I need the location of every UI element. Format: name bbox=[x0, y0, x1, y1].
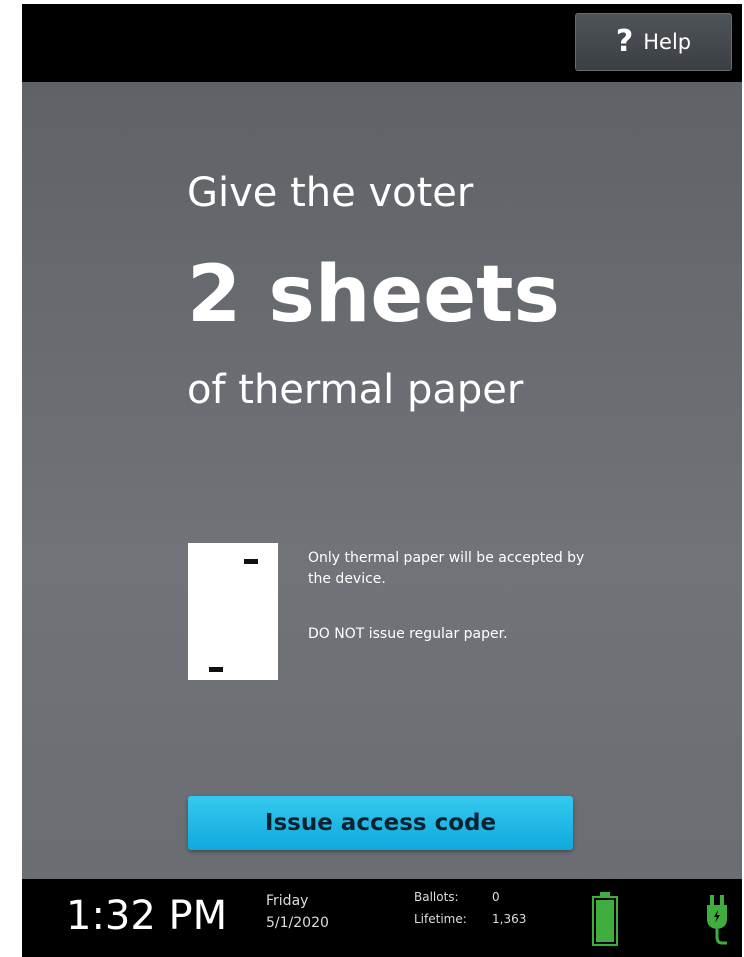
issue-access-code-button[interactable]: Issue access code bbox=[188, 796, 573, 850]
help-button[interactable]: ? Help bbox=[575, 13, 732, 71]
power-plug-icon bbox=[707, 895, 727, 945]
ballots-count: 0 bbox=[492, 890, 500, 904]
device-screen: ? Help Give the voter 2 sheets of therma… bbox=[22, 4, 742, 957]
thermal-paper-icon bbox=[188, 543, 278, 680]
status-bar: 1:32 PM Friday 5/1/2020 Ballots: 0 Lifet… bbox=[22, 879, 742, 957]
question-mark-icon: ? bbox=[615, 24, 634, 59]
lifetime-count: 1,363 bbox=[492, 912, 527, 926]
main-panel: Give the voter 2 sheets of thermal paper… bbox=[22, 82, 742, 879]
clock-time: 1:32 PM bbox=[66, 893, 228, 939]
ballots-label: Ballots: bbox=[414, 890, 459, 904]
lifetime-label: Lifetime: bbox=[414, 912, 467, 926]
regular-paper-warning: DO NOT issue regular paper. bbox=[308, 626, 508, 642]
date-text: 5/1/2020 bbox=[266, 915, 329, 931]
instruction-line-3: of thermal paper bbox=[187, 367, 524, 413]
instruction-line-1: Give the voter bbox=[187, 170, 474, 216]
thermal-paper-note: Only thermal paper will be accepted by t… bbox=[308, 550, 585, 587]
paper-mark-top bbox=[244, 559, 258, 564]
battery-full-icon bbox=[592, 892, 618, 946]
day-name: Friday bbox=[266, 893, 309, 909]
help-label: Help bbox=[643, 30, 692, 54]
paper-mark-bottom bbox=[209, 667, 223, 672]
sheet-count: 2 sheets bbox=[187, 250, 560, 340]
top-bar: ? Help bbox=[22, 4, 742, 82]
